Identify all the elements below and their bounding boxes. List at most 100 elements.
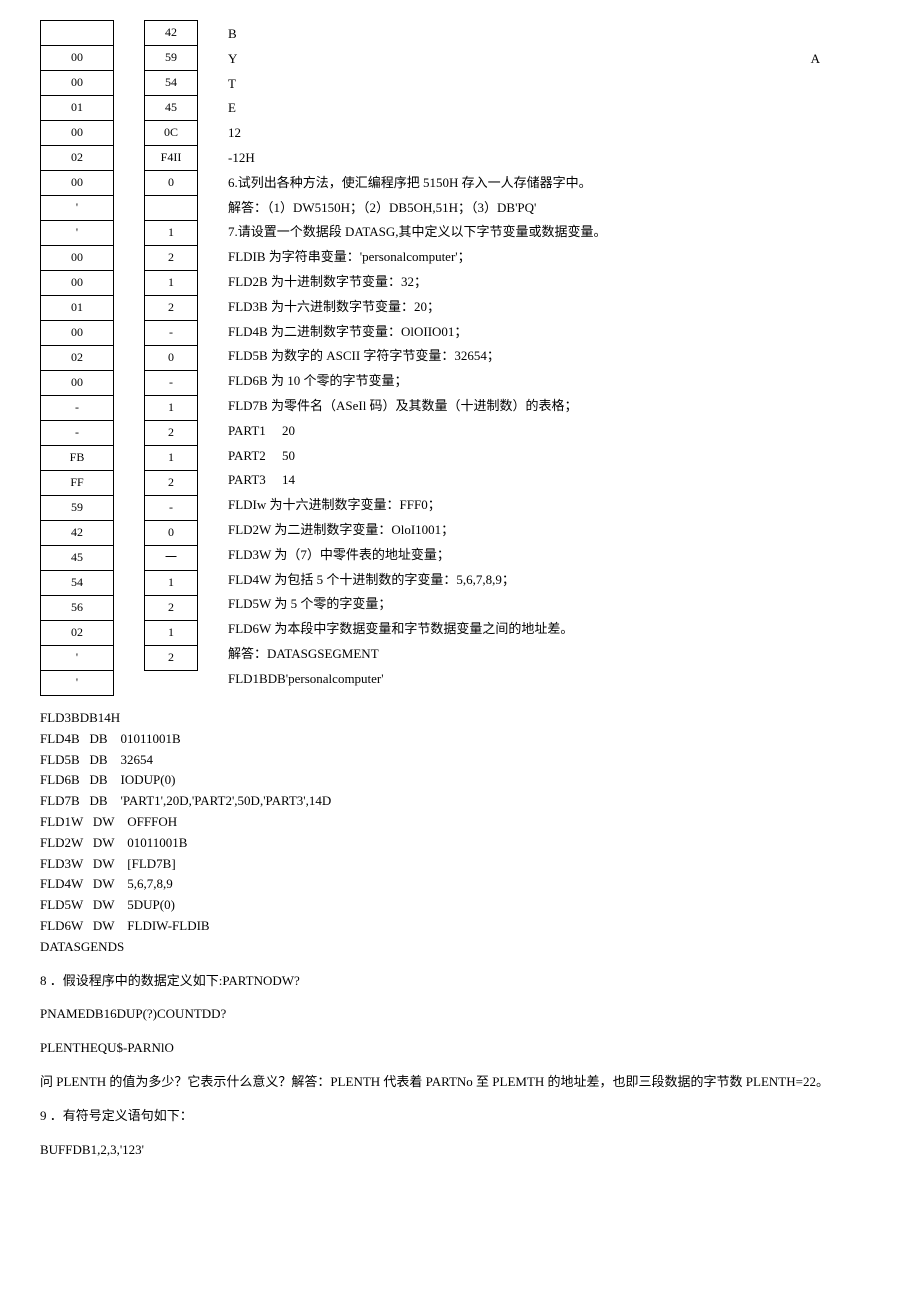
cell: - <box>145 321 198 346</box>
cell: 00 <box>41 121 114 146</box>
part-val: 20 <box>282 423 295 438</box>
code-line: FLD5W DW 5DUP(0) <box>40 895 880 916</box>
cell: 00 <box>41 71 114 96</box>
cell: 00 <box>41 46 114 71</box>
part-row: PART3 14 <box>228 470 880 491</box>
side-label: -12H <box>228 148 880 169</box>
cell: 2 <box>145 421 198 446</box>
question-9-title: 9 ．有符号定义语句如下： <box>40 1106 880 1127</box>
question-9-line: BUFFDB1,2,3,'123' <box>40 1140 880 1161</box>
cell: 54 <box>41 571 114 596</box>
cell: 01 <box>41 96 114 121</box>
cell: F4II <box>145 146 198 171</box>
side-label: B <box>228 24 880 45</box>
question-8-answer: 问 PLENTH 的值为多少？它表示什么意义？解答：PLENTH 代表着 PAR… <box>40 1072 880 1093</box>
code-line: DATASGENDS <box>40 937 880 958</box>
cell: 45 <box>41 546 114 571</box>
cell: 45 <box>145 96 198 121</box>
question-8-line: PLENTHEQU$-PARNlO <box>40 1038 880 1059</box>
cell: 0 <box>145 521 198 546</box>
code-line: FLD6B DB IODUP(0) <box>40 770 880 791</box>
side-label: 12 <box>228 123 880 144</box>
side-label: T <box>228 74 880 95</box>
side-label: Y <box>228 51 237 66</box>
cell: 54 <box>145 71 198 96</box>
q7-line: FLD7B 为零件名（ASeIl 码）及其数量（十进制数）的表格； <box>228 396 880 417</box>
cell: 00 <box>41 246 114 271</box>
cell: 1 <box>145 446 198 471</box>
q7-line: FLD3W 为（7）中零件表的地址变量； <box>228 545 880 566</box>
cell: 01 <box>41 296 114 321</box>
q7-line: FLD4B 为二进制数字节变量：OlOIIO01； <box>228 322 880 343</box>
question-8-line: PNAMEDB16DUP(?)COUNTDD? <box>40 1004 880 1025</box>
cell: - <box>41 396 114 421</box>
cell: 2 <box>145 646 198 671</box>
cell: 2 <box>145 296 198 321</box>
cell: - <box>41 421 114 446</box>
cell: 1 <box>145 571 198 596</box>
cell: FB <box>41 446 114 471</box>
cell: ' <box>41 646 114 671</box>
part-val: 14 <box>282 472 295 487</box>
cell: ' <box>41 671 114 696</box>
part-row: PART2 50 <box>228 446 880 467</box>
code-line: FLD3BDB14H <box>40 708 880 729</box>
question-6-title: 6.试列出各种方法，使汇编程序把 5150H 存入一人存储器字中。 <box>228 173 880 194</box>
cell <box>41 21 114 46</box>
part-label: PART2 <box>228 448 266 463</box>
cell: - <box>145 371 198 396</box>
q7-line: FLD6B 为 10 个零的字节变量； <box>228 371 880 392</box>
cell: 1 <box>145 621 198 646</box>
code-line: FLD3W DW [FLD7B] <box>40 854 880 875</box>
code-line: FLD1W DW OFFFOH <box>40 812 880 833</box>
cell: ' <box>41 196 114 221</box>
q7-answer-head: 解答：DATASGSEGMENT <box>228 644 880 665</box>
cell: 00 <box>41 171 114 196</box>
q7-line: FLD6W 为本段中字数据变量和字节数据变量之间的地址差。 <box>228 619 880 640</box>
cell: 00 <box>41 371 114 396</box>
cell: 1 <box>145 396 198 421</box>
cell: 59 <box>145 46 198 71</box>
cell: 2 <box>145 471 198 496</box>
cell: 0 <box>145 171 198 196</box>
q7-line: FLD2W 为二进制数字变量：OloI1001； <box>228 520 880 541</box>
cell: 00 <box>41 321 114 346</box>
q7-line: FLD4W 为包括 5 个十进制数的字变量：5,6,7,8,9； <box>228 570 880 591</box>
question-6-answer: 解答：（1）DW5150H；（2）DB5OH,51H；（3）DB'PQ' <box>228 198 880 219</box>
top-section: 00 00 01 00 02 00 ' ' 00 00 01 00 02 00 … <box>40 20 880 696</box>
cell: 02 <box>41 346 114 371</box>
q7-line: FLD5B 为数字的 ASCII 字符字节变量：32654； <box>228 346 880 367</box>
code-block: FLD3BDB14H FLD4B DB 01011001B FLD5B DB 3… <box>40 708 880 958</box>
cell: 0C <box>145 121 198 146</box>
cell: - <box>145 496 198 521</box>
cell: 2 <box>145 596 198 621</box>
code-line: FLD7B DB 'PART1',20D,'PART2',50D,'PART3'… <box>40 791 880 812</box>
cell: 42 <box>41 521 114 546</box>
cell: 59 <box>41 496 114 521</box>
question-8-title: 8 ．假设程序中的数据定义如下:PARTNODW? <box>40 971 880 992</box>
cell: 2 <box>145 246 198 271</box>
q7-line: FLDIB 为字符串变量：'personalcomputer'； <box>228 247 880 268</box>
code-line: FLD5B DB 32654 <box>40 750 880 771</box>
q7-line: FLD2B 为十进制数字节变量：32； <box>228 272 880 293</box>
part-label: PART1 <box>228 423 266 438</box>
question-7-title: 7.请设置一个数据段 DATASG,其中定义以下字节变量或数据变量。 <box>228 222 880 243</box>
cell: 02 <box>41 146 114 171</box>
part-label: PART3 <box>228 472 266 487</box>
part-val: 50 <box>282 448 295 463</box>
cell: 02 <box>41 621 114 646</box>
cell: 0 <box>145 346 198 371</box>
q7-line: FLDIw 为十六进制数字变量：FFF0； <box>228 495 880 516</box>
cell: 一 <box>145 546 198 571</box>
memory-table-1: 00 00 01 00 02 00 ' ' 00 00 01 00 02 00 … <box>40 20 114 696</box>
right-column: B Y A T E 12 -12H 6.试列出各种方法，使汇编程序把 5150H… <box>228 20 880 694</box>
part-row: PART1 20 <box>228 421 880 442</box>
cell: FF <box>41 471 114 496</box>
memory-table-2: 42 59 54 45 0C F4II 0 1 2 1 2 - 0 - 1 2 … <box>144 20 198 671</box>
code-line: FLD4W DW 5,6,7,8,9 <box>40 874 880 895</box>
q7-line: FLD3B 为十六进制数字节变量：20； <box>228 297 880 318</box>
code-line: FLD4B DB 01011001B <box>40 729 880 750</box>
cell: 1 <box>145 221 198 246</box>
cell <box>145 196 198 221</box>
cell: ' <box>41 221 114 246</box>
